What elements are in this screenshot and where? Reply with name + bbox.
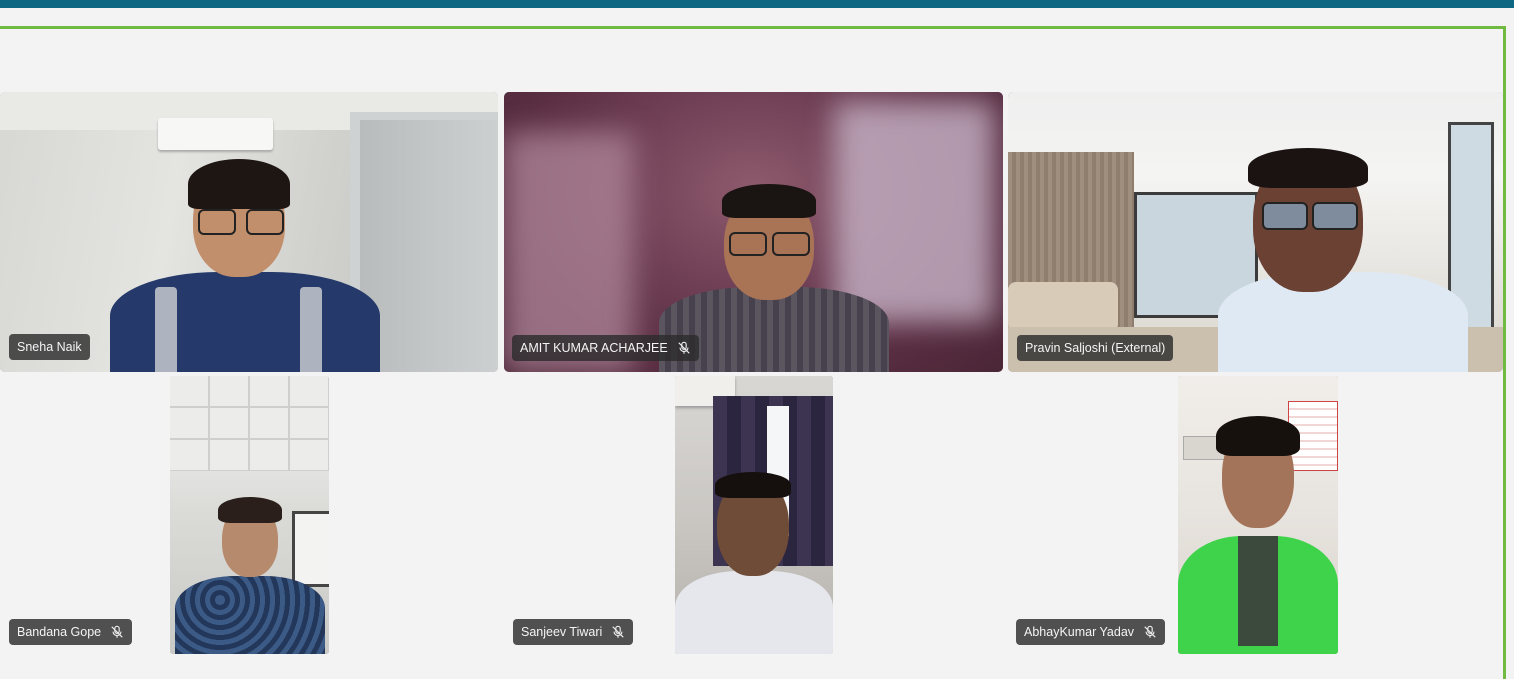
participant-name: Pravin Saljoshi (External) bbox=[1025, 341, 1166, 355]
video-tile-bandana-gope[interactable] bbox=[170, 376, 329, 654]
sofa bbox=[1008, 282, 1118, 332]
participant-name: Sneha Naik bbox=[17, 340, 82, 354]
participant-name: AbhayKumar Yadav bbox=[1024, 625, 1135, 639]
mic-off-icon bbox=[612, 625, 624, 638]
participant-video bbox=[675, 472, 833, 654]
participant-name: Bandana Gope bbox=[17, 625, 102, 639]
window-top-bar bbox=[0, 0, 1514, 8]
video-tile-amit-kumar-acharjee[interactable]: AMIT KUMAR ACHARJEE bbox=[504, 92, 1003, 372]
name-tag: AMIT KUMAR ACHARJEE bbox=[512, 335, 699, 361]
participant-video bbox=[1218, 148, 1488, 372]
mic-off-icon bbox=[1144, 625, 1156, 638]
name-tag: AbhayKumar Yadav bbox=[1016, 619, 1166, 645]
name-tag: Sneha Naik bbox=[9, 334, 90, 360]
video-tile-sneha-naik[interactable]: Sneha Naik bbox=[0, 92, 498, 372]
name-tag: Bandana Gope bbox=[9, 619, 133, 645]
participant-video bbox=[100, 147, 390, 372]
video-tile-abhaykumar-yadav[interactable] bbox=[1178, 376, 1338, 654]
air-conditioner bbox=[158, 118, 273, 150]
participant-name: AMIT KUMAR ACHARJEE bbox=[520, 341, 668, 355]
name-tag: Pravin Saljoshi (External) bbox=[1017, 335, 1174, 361]
name-tag: Sanjeev Tiwari bbox=[513, 619, 634, 645]
video-tile-pravin-saljoshi[interactable]: Pravin Saljoshi (External) bbox=[1008, 92, 1503, 372]
participant-video bbox=[170, 491, 329, 654]
participant-video bbox=[1178, 416, 1338, 654]
mic-off-icon bbox=[678, 341, 690, 354]
ceiling-tiles bbox=[170, 376, 329, 471]
mic-off-icon bbox=[111, 625, 123, 638]
meeting-stage: Sneha Naik AMIT KUMAR ACHARJEE Pravin Sa… bbox=[0, 26, 1506, 679]
participant-name: Sanjeev Tiwari bbox=[521, 625, 603, 639]
video-tile-sanjeev-tiwari[interactable] bbox=[675, 376, 833, 654]
